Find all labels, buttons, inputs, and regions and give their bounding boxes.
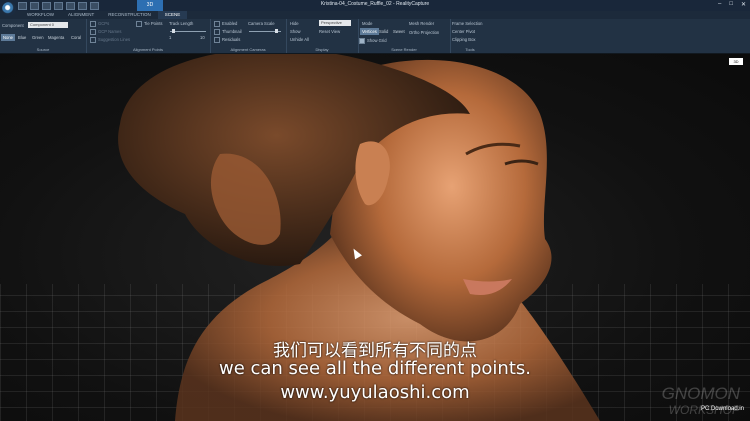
frame-selection-button[interactable]: Frame Selection xyxy=(452,21,483,26)
ortho-projection-button[interactable]: Ortho Projection xyxy=(409,30,439,35)
subtitle-url: www.yuyulaoshi.com xyxy=(280,382,470,403)
slider-knob[interactable] xyxy=(275,29,278,33)
alignment-points-group: GCPs GCP Names Suggestion Lines Tie Poin… xyxy=(86,19,211,53)
clipping-box-button[interactable]: Clipping Box xyxy=(452,37,476,42)
slider-min-value: 1 xyxy=(169,35,172,40)
tie-points-checkbox[interactable]: Tie Points xyxy=(136,21,162,27)
color-magenta-button[interactable]: Magenta xyxy=(46,34,66,41)
tab-workflow[interactable]: WORKFLOW xyxy=(20,11,61,19)
alignment-cameras-group: Enabled Thumbnail Residuals Camera Scale… xyxy=(210,19,287,53)
mode-label: Mode xyxy=(362,21,373,26)
thumbnail-checkbox[interactable]: Thumbnail xyxy=(214,29,242,35)
close-icon[interactable]: ✕ xyxy=(741,1,746,8)
slider-max-value: 10 xyxy=(200,35,205,40)
maximize-icon[interactable]: □ xyxy=(729,1,733,8)
component-label: Component xyxy=(2,23,24,28)
view-cube-badge[interactable]: 3D xyxy=(729,58,743,65)
component-select[interactable]: Component 0 xyxy=(28,22,68,28)
group-label: Tools xyxy=(465,47,475,52)
tab-alignment[interactable]: ALIGNMENT xyxy=(61,11,101,19)
track-length-slider[interactable] xyxy=(170,29,206,33)
enabled-checkbox[interactable]: Enabled xyxy=(214,21,237,27)
show-button[interactable]: Show xyxy=(290,29,300,34)
tab-reconstruction[interactable]: RECONSTRUCTION xyxy=(101,11,158,19)
tab-scene[interactable]: SCENE xyxy=(157,11,188,19)
app-logo-icon[interactable] xyxy=(2,2,16,16)
ribbon: Component Component 0 None Blue Green Ma… xyxy=(0,19,750,54)
unhide-all-button[interactable]: Unhide All xyxy=(290,37,309,42)
tools-group: Frame Selection Center Pivot Clipping Bo… xyxy=(450,19,490,53)
window-title: Kristina-04_Costume_Ruffle_02 - RealityC… xyxy=(320,1,430,7)
group-label: Display xyxy=(315,47,329,52)
group-label: Source xyxy=(36,47,50,52)
mode-solid-button[interactable]: Solid xyxy=(377,28,390,35)
mode-sweet-button[interactable]: Sweet xyxy=(391,28,407,35)
scene-render-group: Mode Vertices Solid Sweet Show Grid Mesh… xyxy=(358,19,451,53)
camera-scale-label: Camera Scale xyxy=(248,21,275,26)
suggestion-lines-checkbox[interactable]: Suggestion Lines xyxy=(90,37,130,43)
mesh-render-button[interactable]: Mesh Render xyxy=(409,21,434,26)
gcps-checkbox[interactable]: GCPs xyxy=(90,21,109,27)
group-label: Alignment Points xyxy=(132,47,163,52)
reset-view-button[interactable]: Reset View xyxy=(319,29,340,34)
display-group: Hide Show Unhide All Perspective Reset V… xyxy=(286,19,359,53)
gnomon-watermark: GNOMON WORKSHOP xyxy=(661,384,740,418)
pc-download-badge: PC Download.in xyxy=(700,406,744,412)
minimize-icon[interactable]: – xyxy=(718,1,721,8)
color-coral-button[interactable]: Coral xyxy=(69,34,83,41)
slider-knob[interactable] xyxy=(172,29,175,33)
projection-select[interactable]: Perspective xyxy=(319,20,351,26)
hide-button[interactable]: Hide xyxy=(290,21,299,26)
subtitle-english: we can see all the different points. xyxy=(218,358,531,379)
watermark-line-1: GNOMON xyxy=(661,384,740,403)
show-grid-checkbox[interactable]: Show Grid xyxy=(359,38,387,44)
color-blue-button[interactable]: Blue xyxy=(16,34,28,41)
camera-scale-slider[interactable] xyxy=(249,29,281,33)
residuals-checkbox[interactable]: Residuals xyxy=(214,37,240,43)
color-green-button[interactable]: Green xyxy=(30,34,46,41)
color-none-button[interactable]: None xyxy=(1,34,16,41)
gcp-names-checkbox[interactable]: GCP Names xyxy=(90,29,121,35)
track-length-label: Track Length xyxy=(169,21,194,26)
group-label: Scene Render xyxy=(391,47,417,52)
source-group: Component Component 0 None Blue Green Ma… xyxy=(0,19,87,53)
center-pivot-button[interactable]: Center Pivot xyxy=(452,29,475,34)
group-label: Alignment Cameras xyxy=(230,47,266,52)
title-bar: 3D Kristina-04_Costume_Ruffle_02 - Reali… xyxy=(0,0,750,11)
ribbon-tab-bar: WORKFLOW ALIGNMENT RECONSTRUCTION SCENE xyxy=(0,11,750,19)
